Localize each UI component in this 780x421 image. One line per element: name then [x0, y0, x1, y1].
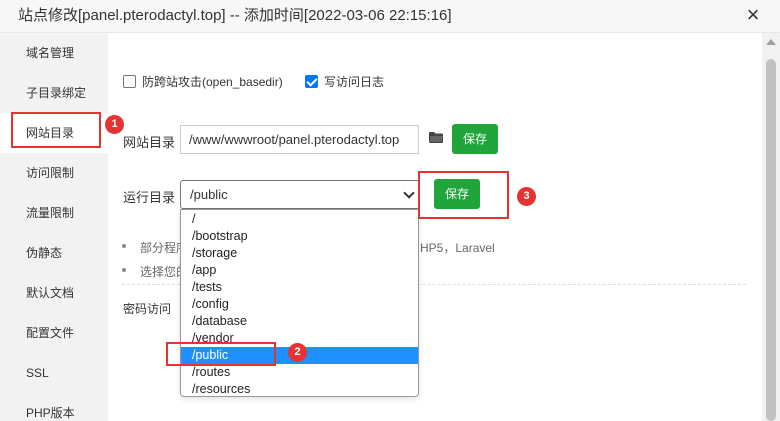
folder-icon[interactable] — [429, 132, 443, 143]
hint-bullet — [122, 268, 126, 272]
sidebar-item-access-limit[interactable]: 访问限制 — [0, 153, 108, 193]
access-log-option[interactable]: 写访问日志 — [305, 73, 384, 90]
sidebar-item-default-doc[interactable]: 默认文档 — [0, 273, 108, 313]
sidebar-item-traffic-limit[interactable]: 流量限制 — [0, 193, 108, 233]
dropdown-option[interactable]: /database — [181, 313, 418, 330]
site-dir-label: 网站目录 — [123, 135, 176, 150]
scrollbar[interactable] — [762, 33, 780, 421]
sidebar-item-php-version[interactable]: PHP版本 — [0, 393, 108, 421]
dialog-titlebar: 站点修改[panel.pterodactyl.top] -- 添加时间[2022… — [0, 0, 780, 33]
close-icon[interactable]: × — [740, 3, 766, 29]
dialog-title: 站点修改[panel.pterodactyl.top] -- 添加时间[2022… — [18, 7, 452, 24]
run-dir-select[interactable]: /public — [180, 180, 420, 209]
dropdown-option[interactable]: /app — [181, 262, 418, 279]
dropdown-option[interactable]: /storage — [181, 245, 418, 262]
sidebar-item-ssl[interactable]: SSL — [0, 353, 108, 393]
annotation-badge-1: 1 — [105, 115, 124, 134]
dropdown-option[interactable]: /config — [181, 296, 418, 313]
dropdown-option[interactable]: /bootstrap — [181, 228, 418, 245]
run-dir-label: 运行目录 — [123, 190, 176, 205]
anti-cross-site-option[interactable]: 防跨站攻击(open_basedir) — [123, 73, 283, 90]
dropdown-option[interactable]: /tests — [181, 279, 418, 296]
scroll-up-arrow-icon[interactable] — [766, 39, 776, 45]
dropdown-option[interactable]: /resources — [181, 381, 418, 396]
access-log-label: 写访问日志 — [324, 75, 385, 89]
annotation-box-public — [166, 342, 276, 366]
sidebar-item-config-file[interactable]: 配置文件 — [0, 313, 108, 353]
run-dir-dropdown-list[interactable]: / /bootstrap /storage /app /tests /confi… — [180, 209, 419, 397]
access-log-checkbox[interactable] — [305, 75, 318, 88]
dropdown-option[interactable]: /routes — [181, 364, 418, 381]
dropdown-option[interactable]: / — [181, 211, 418, 228]
sidebar-item-domain[interactable]: 域名管理 — [0, 33, 108, 73]
hint-text: HP5，Laravel — [420, 241, 495, 255]
hint-bullet — [122, 244, 126, 248]
password-access-label: 密码访问 — [123, 302, 172, 316]
scrollbar-thumb[interactable] — [766, 59, 776, 421]
sidebar-item-rewrite[interactable]: 伪静态 — [0, 233, 108, 273]
settings-sidebar: 域名管理 子目录绑定 网站目录 访问限制 流量限制 伪静态 默认文档 配置文件 … — [0, 33, 108, 421]
annotation-box-site-dir — [11, 112, 101, 148]
annotation-box-save — [418, 171, 509, 219]
annotation-badge-2: 2 — [288, 343, 307, 362]
annotation-badge-3: 3 — [517, 187, 536, 206]
anti-cross-site-label: 防跨站攻击(open_basedir) — [142, 75, 283, 89]
anti-cross-site-checkbox[interactable] — [123, 75, 136, 88]
site-dir-save-button[interactable]: 保存 — [452, 124, 498, 154]
sidebar-item-subdir-binding[interactable]: 子目录绑定 — [0, 73, 108, 113]
site-dir-input[interactable]: /www/wwwroot/panel.pterodactyl.top — [180, 125, 419, 154]
